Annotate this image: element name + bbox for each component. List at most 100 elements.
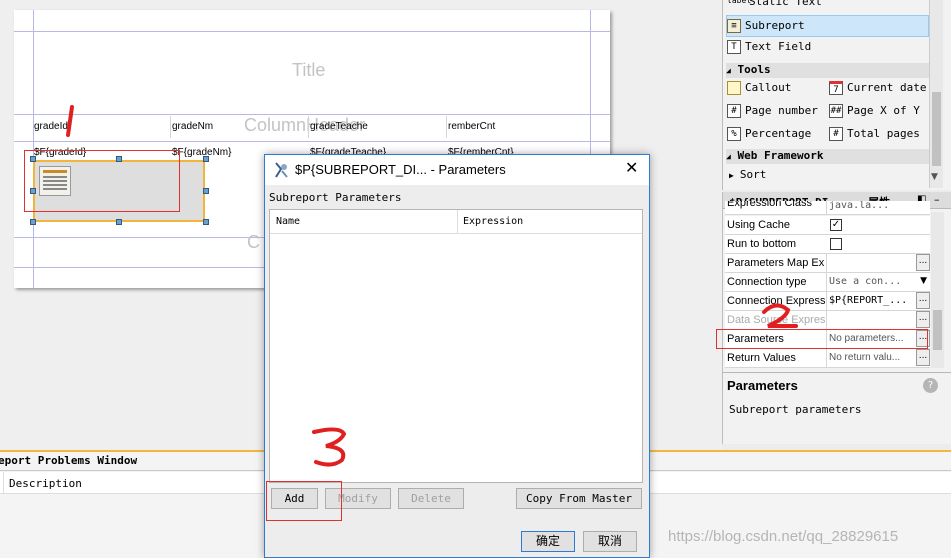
ok-button[interactable]: 确定 bbox=[521, 531, 575, 552]
ellipsis-button[interactable]: ... bbox=[916, 311, 930, 328]
palette-section-sort[interactable]: ▶ Sort bbox=[729, 168, 766, 188]
resize-handle[interactable] bbox=[30, 219, 36, 225]
palette-item-current-date[interactable]: 7 Current date bbox=[829, 81, 926, 101]
subreport-icon: ≡ bbox=[727, 19, 741, 33]
palette-panel: labelStatic Text ≡ Subreport T Text Field … bbox=[722, 0, 951, 190]
palette-item-text-field[interactable]: T Text Field bbox=[727, 40, 811, 60]
annotation-box bbox=[24, 150, 180, 212]
palette-item-subreport[interactable]: ≡ Subreport bbox=[726, 15, 929, 37]
chevron-down-icon[interactable]: ▼ bbox=[920, 276, 927, 286]
cell-divider bbox=[457, 210, 458, 234]
palette-item-label: Static Text bbox=[749, 0, 822, 8]
table-header bbox=[270, 210, 642, 234]
property-row[interactable]: Run to bottom bbox=[725, 235, 930, 254]
palette-section-tools[interactable]: ◢ Tools bbox=[726, 63, 929, 78]
double-hash-icon: ## bbox=[829, 104, 843, 118]
detail-field[interactable]: $F{gradeNm} bbox=[172, 147, 231, 158]
palette-item-label: Text Field bbox=[745, 40, 812, 53]
property-value[interactable]: java.la... bbox=[826, 201, 912, 214]
palette-item-label: Current date bbox=[847, 81, 927, 94]
palette-item-page-number[interactable]: # Page number bbox=[727, 104, 818, 124]
palette-item-label: Subreport bbox=[745, 19, 805, 32]
column-header-description[interactable]: Description bbox=[9, 477, 82, 490]
annotation-2-mark bbox=[762, 303, 798, 328]
connection-type-select[interactable]: Use a con... bbox=[826, 273, 912, 291]
palette-item-total-pages[interactable]: # Total pages bbox=[829, 127, 920, 147]
ellipsis-button[interactable]: ... bbox=[916, 254, 930, 271]
resize-handle[interactable] bbox=[203, 188, 209, 194]
cell-divider bbox=[446, 116, 447, 138]
section-title: Tools bbox=[737, 63, 771, 76]
palette-item-percentage[interactable]: % Percentage bbox=[727, 127, 811, 147]
properties-panel: $P{SUBREPORT_DI... - 属性 ◧ – Expression C… bbox=[716, 192, 951, 444]
property-row[interactable]: Return Values No return valu... ... bbox=[725, 349, 930, 368]
property-name: Using Cache bbox=[727, 219, 790, 231]
annotation-box bbox=[716, 329, 928, 349]
resize-handle[interactable] bbox=[116, 219, 122, 225]
palette-scrollbar[interactable]: ▼ bbox=[929, 0, 943, 188]
property-row[interactable]: Using Cache ✓ bbox=[725, 216, 930, 235]
property-row[interactable]: Expression Class java.la... bbox=[725, 201, 930, 215]
collapse-triangle-icon: ◢ bbox=[726, 152, 731, 161]
jaspersoft-icon bbox=[273, 161, 289, 179]
property-row[interactable]: Connection type Use a con... ▼ bbox=[725, 273, 930, 292]
scrollbar-thumb[interactable] bbox=[932, 92, 941, 166]
cancel-button[interactable]: 取消 bbox=[583, 531, 637, 552]
copy-from-master-button[interactable]: Copy From Master bbox=[516, 488, 642, 509]
ellipsis-button[interactable]: ... bbox=[916, 292, 930, 309]
palette-item-label: Sort bbox=[739, 168, 767, 181]
scrollbar-thumb[interactable] bbox=[933, 310, 942, 350]
header-field[interactable]: gradeTeache bbox=[310, 121, 368, 132]
band-label: C bbox=[247, 232, 260, 252]
property-value[interactable]: $P{REPORT_... bbox=[826, 292, 912, 310]
watermark: https://blog.csdn.net/qq_28829615 bbox=[668, 528, 899, 545]
property-row[interactable]: Parameters Map Expr ... bbox=[725, 254, 930, 273]
help-text: Subreport parameters bbox=[729, 403, 862, 416]
band-guide bbox=[14, 31, 610, 32]
scroll-down-icon[interactable]: ▼ bbox=[931, 172, 938, 182]
property-value[interactable]: No return valu... bbox=[826, 349, 912, 367]
palette-item-label: Callout bbox=[745, 81, 792, 94]
resize-handle[interactable] bbox=[203, 219, 209, 225]
property-row[interactable]: Data Source Expres ... bbox=[725, 311, 930, 330]
label-icon: label bbox=[727, 0, 752, 5]
collapse-triangle-icon: ◢ bbox=[726, 66, 731, 75]
text-field-icon: T bbox=[727, 40, 741, 54]
help-icon[interactable]: ? bbox=[923, 378, 938, 393]
resize-handle[interactable] bbox=[203, 156, 209, 162]
section-title: Subreport Parameters bbox=[269, 191, 402, 204]
run-to-bottom-checkbox[interactable] bbox=[830, 238, 842, 250]
properties-scrollbar[interactable] bbox=[931, 212, 944, 368]
column-header-expression[interactable]: Expression bbox=[463, 216, 523, 227]
palette-section-web-framework[interactable]: ◢ Web Framework bbox=[726, 149, 929, 164]
palette-item-label: Total pages bbox=[847, 127, 920, 140]
palette-item-callout[interactable]: Callout bbox=[727, 81, 791, 101]
section-title: Web Framework bbox=[737, 149, 824, 162]
property-name: Run to bottom bbox=[727, 238, 797, 250]
band-guide bbox=[14, 141, 610, 142]
using-cache-checkbox[interactable]: ✓ bbox=[830, 219, 842, 231]
palette-item-page-x-of-y[interactable]: ## Page X of Y bbox=[829, 104, 920, 124]
dialog-body: Subreport Parameters Name Expression Add… bbox=[265, 185, 649, 557]
problems-title: eport Problems Window bbox=[0, 454, 138, 467]
palette-item-static-text[interactable]: labelStatic Text bbox=[727, 0, 822, 15]
callout-icon bbox=[727, 81, 741, 95]
expand-triangle-icon: ▶ bbox=[729, 171, 734, 180]
annotation-3-mark bbox=[312, 427, 347, 467]
minimize-icon[interactable]: – bbox=[934, 193, 940, 206]
percent-icon: % bbox=[727, 127, 741, 141]
hash-icon: # bbox=[727, 104, 741, 118]
ellipsis-button[interactable]: ... bbox=[916, 349, 930, 366]
property-value[interactable] bbox=[826, 254, 912, 272]
dialog-title-bar[interactable]: $P{SUBREPORT_DI... - Parameters ✕ bbox=[265, 155, 649, 185]
header-field[interactable]: gradeNm bbox=[172, 121, 213, 132]
hash-icon: # bbox=[829, 127, 843, 141]
column-header-name[interactable]: Name bbox=[276, 216, 300, 227]
property-value[interactable] bbox=[826, 311, 912, 329]
calendar-icon: 7 bbox=[829, 81, 843, 95]
close-icon[interactable]: ✕ bbox=[625, 158, 638, 177]
header-field[interactable]: remberCnt bbox=[448, 121, 495, 132]
delete-button[interactable]: Delete bbox=[398, 488, 464, 509]
property-row[interactable]: Connection Express $P{REPORT_... ... bbox=[725, 292, 930, 311]
property-name: Return Values bbox=[727, 352, 796, 364]
